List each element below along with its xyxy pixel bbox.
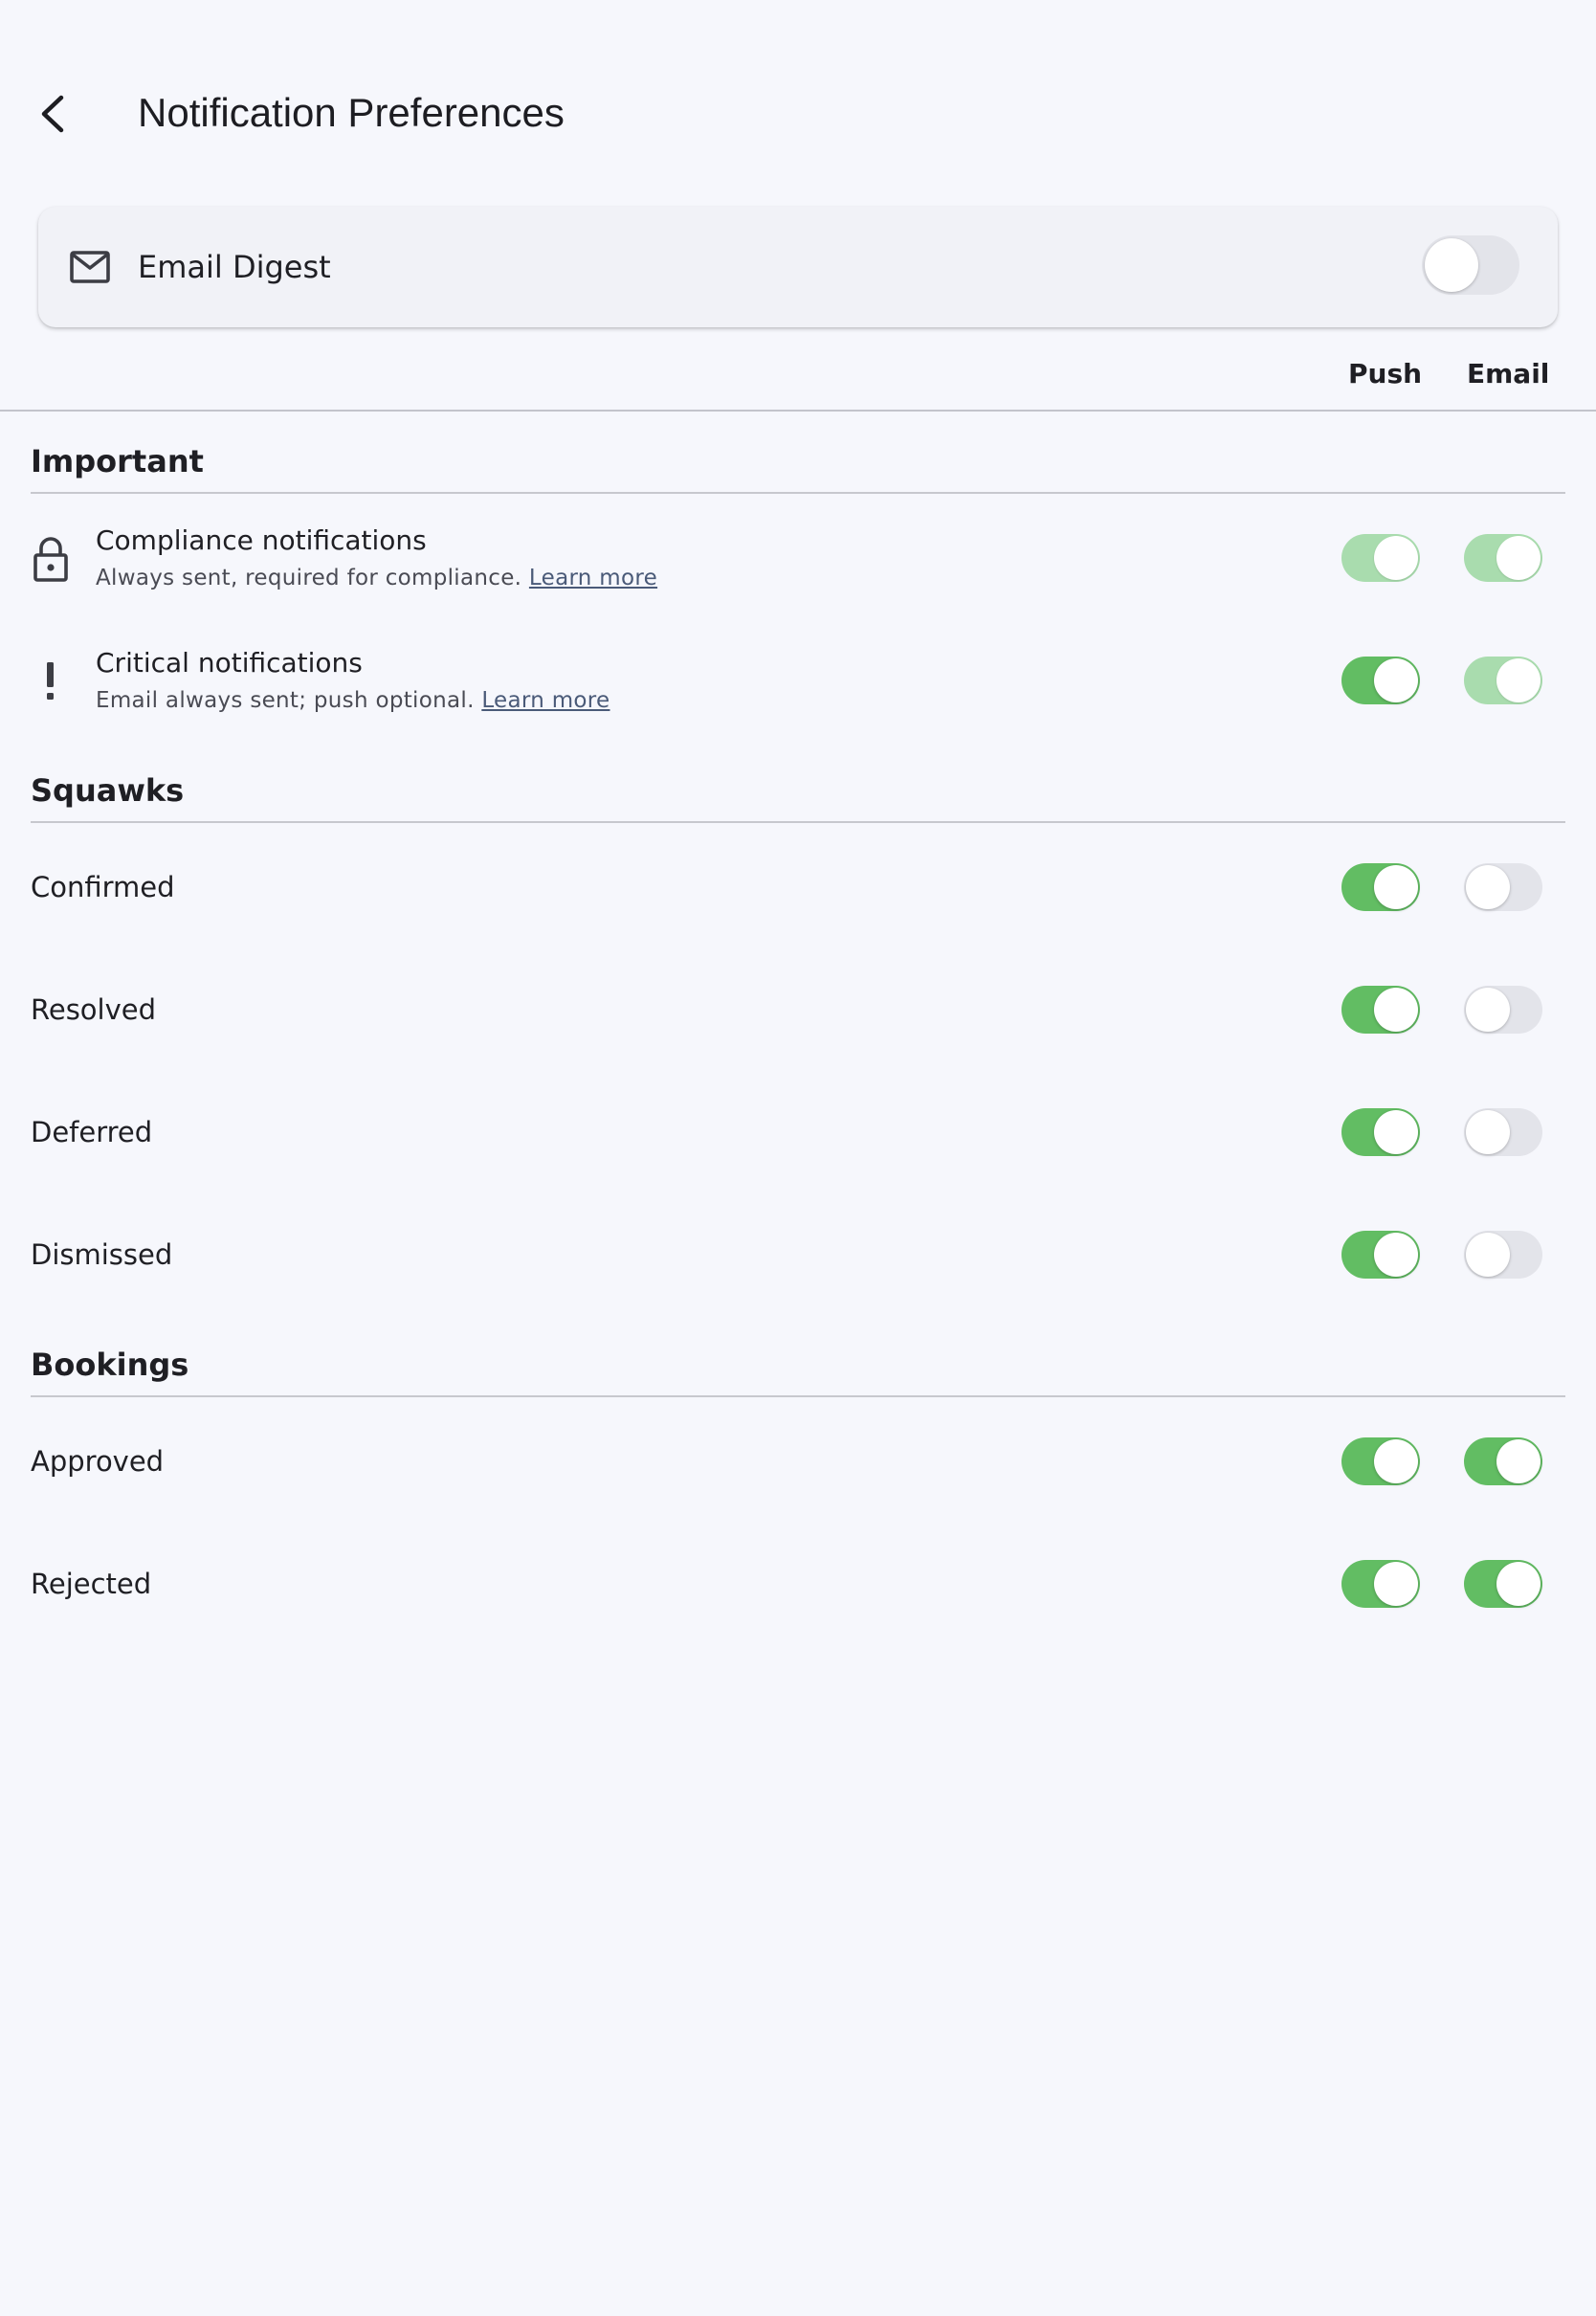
section-divider <box>31 1395 1565 1397</box>
back-button[interactable] <box>29 84 78 144</box>
toggle-knob <box>1374 1233 1418 1277</box>
toggle-knob <box>1374 1110 1418 1154</box>
critical-push-toggle[interactable] <box>1341 657 1420 704</box>
toggle-knob <box>1374 1439 1418 1483</box>
toggle-knob <box>1374 658 1418 702</box>
toggle-knob <box>1496 536 1541 580</box>
email-column-header: Email <box>1467 358 1550 390</box>
compliance-subtitle-text: Always sent, required for compliance. <box>96 566 522 590</box>
squawks-resolved-push-toggle[interactable] <box>1341 986 1420 1034</box>
toggle-knob <box>1466 1233 1510 1277</box>
mail-icon <box>70 251 110 283</box>
section-title-important: Important <box>31 443 204 479</box>
bookings-approved-label: Approved <box>31 1445 165 1478</box>
bookings-approved-email-toggle[interactable] <box>1464 1437 1542 1485</box>
compliance-email-toggle[interactable] <box>1464 534 1542 582</box>
critical-learn-more-link[interactable]: Learn more <box>481 688 610 713</box>
toggle-knob <box>1374 1562 1418 1606</box>
critical-title: Critical notifications <box>96 647 363 679</box>
section-divider <box>31 821 1565 823</box>
email-digest-toggle[interactable] <box>1422 235 1519 295</box>
squawks-deferred-email-toggle[interactable] <box>1464 1108 1542 1156</box>
compliance-learn-more-link[interactable]: Learn more <box>529 566 657 590</box>
squawks-resolved-label: Resolved <box>31 993 157 1026</box>
critical-subtitle: Email always sent; push optional. Learn … <box>96 688 610 713</box>
compliance-title: Compliance notifications <box>96 524 427 556</box>
toggle-knob <box>1466 865 1510 909</box>
push-column-header: Push <box>1348 358 1423 390</box>
squawks-confirmed-email-toggle[interactable] <box>1464 863 1542 911</box>
exclamation-icon <box>47 662 54 700</box>
toggle-knob <box>1466 1110 1510 1154</box>
squawks-confirmed-label: Confirmed <box>31 871 175 903</box>
section-title-squawks: Squawks <box>31 772 185 809</box>
squawks-confirmed-push-toggle[interactable] <box>1341 863 1420 911</box>
squawks-dismissed-label: Dismissed <box>31 1238 173 1271</box>
toggle-knob <box>1496 1562 1541 1606</box>
bookings-rejected-label: Rejected <box>31 1568 152 1600</box>
notification-preferences-screen: Notification Preferences Email Digest Pu… <box>0 0 1596 2316</box>
critical-subtitle-text: Email always sent; push optional. <box>96 688 475 713</box>
app-header: Notification Preferences <box>0 0 1596 230</box>
chevron-left-icon <box>41 95 64 133</box>
squawks-deferred-push-toggle[interactable] <box>1341 1108 1420 1156</box>
bookings-rejected-email-toggle[interactable] <box>1464 1560 1542 1608</box>
toggle-knob <box>1496 1439 1541 1483</box>
squawks-deferred-label: Deferred <box>31 1116 153 1148</box>
toggle-knob <box>1425 238 1478 292</box>
section-title-bookings: Bookings <box>31 1347 189 1383</box>
email-digest-card: Email Digest <box>38 207 1558 327</box>
section-divider <box>31 492 1565 494</box>
toggle-knob <box>1374 865 1418 909</box>
toggle-knob <box>1374 536 1418 580</box>
bookings-approved-push-toggle[interactable] <box>1341 1437 1420 1485</box>
compliance-push-toggle[interactable] <box>1341 534 1420 582</box>
squawks-resolved-email-toggle[interactable] <box>1464 986 1542 1034</box>
header-divider <box>0 410 1596 412</box>
toggle-knob <box>1496 658 1541 702</box>
email-digest-label: Email Digest <box>138 249 331 285</box>
lock-icon <box>33 537 68 582</box>
compliance-subtitle: Always sent, required for compliance. Le… <box>96 566 657 590</box>
page-title: Notification Preferences <box>138 90 565 135</box>
toggle-knob <box>1466 988 1510 1032</box>
critical-email-toggle[interactable] <box>1464 657 1542 704</box>
bookings-rejected-push-toggle[interactable] <box>1341 1560 1420 1608</box>
squawks-dismissed-email-toggle[interactable] <box>1464 1231 1542 1279</box>
toggle-knob <box>1374 988 1418 1032</box>
squawks-dismissed-push-toggle[interactable] <box>1341 1231 1420 1279</box>
